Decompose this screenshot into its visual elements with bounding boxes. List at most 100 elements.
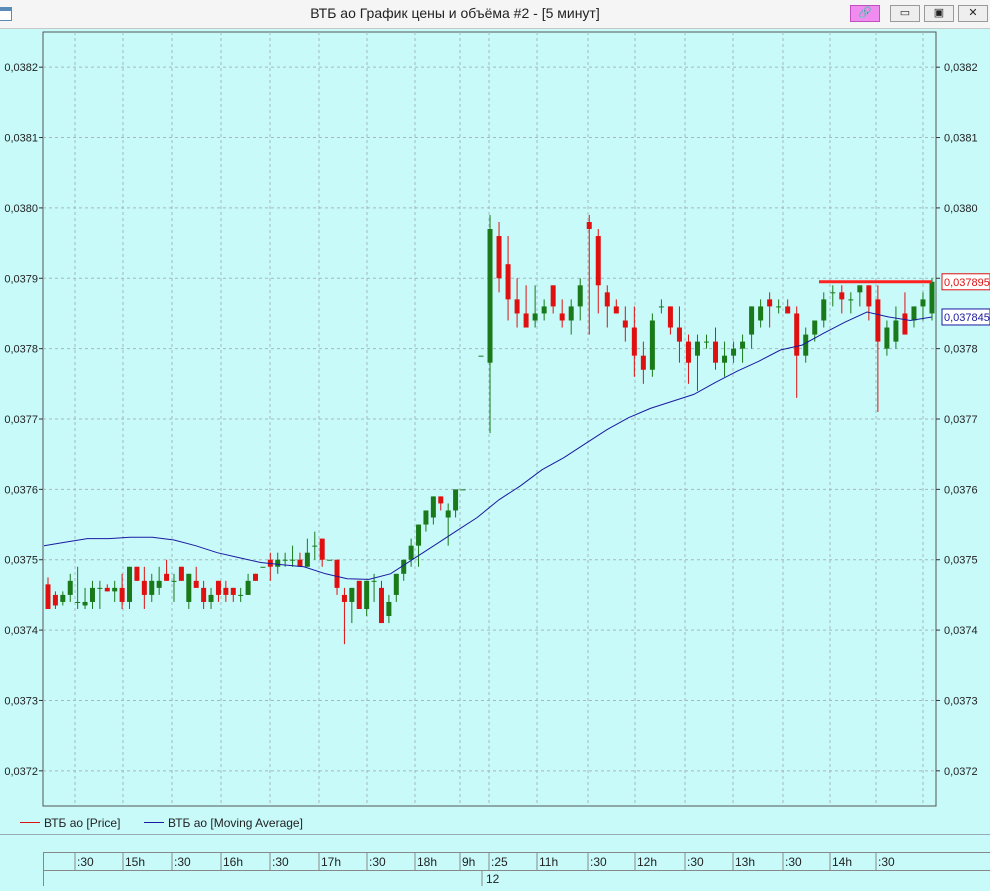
candle-body (649, 320, 655, 370)
candle-body (514, 299, 520, 314)
candle-body (523, 313, 529, 328)
candle-body (685, 341, 691, 363)
candle-body (568, 306, 574, 321)
candle-body (75, 601, 81, 603)
candle-body (848, 299, 854, 301)
candle-body (349, 587, 355, 602)
candle-body (541, 306, 547, 314)
time-label: 16h (223, 855, 243, 869)
candle-body (127, 566, 133, 602)
candle-body (758, 306, 764, 321)
candle-body (487, 229, 493, 363)
candle-body (604, 292, 610, 307)
legend-price-label: ВТБ ао [Price] (44, 816, 121, 830)
candle-body (149, 580, 155, 595)
candle-body (156, 580, 162, 588)
candle-body (201, 587, 207, 602)
candle-body (920, 299, 926, 307)
link-button[interactable]: 🔗 (850, 5, 880, 22)
candle-body (830, 292, 836, 294)
time-label: 13h (735, 855, 755, 869)
candle-body (559, 313, 565, 321)
candle-body (767, 299, 773, 307)
candle-body (238, 594, 244, 596)
close-button[interactable]: ✕ (958, 5, 988, 22)
candle-body (334, 559, 340, 588)
time-label: 15h (125, 855, 145, 869)
legend-price-swatch (20, 822, 40, 823)
window-title: ВТБ ао График цены и объёма #2 - [5 мину… (310, 5, 600, 21)
time-label: :30 (174, 855, 191, 869)
candle-body (613, 306, 619, 314)
y-axis-label-left: 0,0372 (4, 766, 38, 778)
price-chart[interactable]: 0,0372 0,0372 0,0373 0,0373 0,0374 0,0374 0,03… (0, 29, 990, 809)
y-axis-label-left: 0,0382 (4, 62, 38, 74)
time-label: :30 (369, 855, 386, 869)
time-label: :30 (77, 855, 94, 869)
candle-body (290, 559, 296, 561)
candle-body (430, 496, 436, 518)
y-axis-label-right: 0,0375 (944, 555, 978, 567)
chart-area[interactable]: 0,0372 0,0372 0,0373 0,0373 0,0374 0,0374 0,03… (0, 29, 990, 809)
candle-body (297, 559, 303, 567)
candle-body (104, 587, 110, 592)
candle-body (460, 489, 466, 491)
candle-body (595, 236, 601, 286)
candle-body (119, 587, 125, 602)
candle-body (550, 285, 556, 307)
y-axis-label-right: 0,0382 (944, 62, 978, 74)
candle-body (749, 306, 755, 335)
candle-body (82, 601, 88, 606)
candle-body (186, 573, 192, 602)
time-axis: :30 15h:30 16h:30 17h:30 18h 9h:25 11h:30 12h:3… (0, 852, 990, 886)
y-axis-label-left: 0,0379 (4, 273, 38, 285)
candle-body (438, 496, 444, 504)
candle-body (164, 573, 170, 581)
candle-body (704, 341, 709, 343)
y-axis-label-left: 0,0376 (4, 484, 38, 496)
candle-body (282, 559, 288, 561)
candle-body (327, 559, 333, 561)
candle-body (929, 281, 935, 314)
window-titlebar: ВТБ ао График цены и объёма #2 - [5 мину… (0, 0, 990, 29)
ma-tag-label: 0,037845 (944, 312, 990, 324)
candle-body (713, 341, 719, 363)
candle-body (658, 306, 664, 308)
candle-body (416, 524, 422, 546)
y-axis-label-right: 0,0377 (944, 414, 978, 426)
candle-body (356, 580, 362, 609)
candle-body (640, 355, 646, 370)
candle-body (319, 538, 325, 560)
candle-body (112, 587, 118, 592)
candle-body (776, 306, 782, 308)
candle-body (902, 313, 908, 335)
candle-body (667, 306, 673, 328)
candle-body (676, 327, 682, 342)
time-label: :30 (785, 855, 802, 869)
candle-body (884, 327, 890, 349)
legend-ma-swatch (144, 822, 164, 823)
price-tag-label: 0,037895 (944, 277, 990, 289)
y-axis-label-right: 0,0376 (944, 484, 978, 496)
candle-body (253, 573, 258, 581)
y-axis-label-right: 0,0374 (944, 625, 978, 637)
candle-body (839, 292, 845, 300)
minimize-button[interactable]: ▭ (890, 5, 920, 22)
y-axis-label-left: 0,0380 (4, 203, 38, 215)
candle-body (911, 306, 917, 321)
maximize-button[interactable]: ▣ (924, 5, 954, 22)
candle-body (386, 601, 392, 617)
y-axis-label-right: 0,0373 (944, 695, 978, 707)
candle-body (812, 320, 818, 335)
time-label: :30 (590, 855, 607, 869)
candle-body (740, 341, 746, 349)
candle-body (875, 299, 881, 342)
candle-body (857, 285, 863, 293)
candle-body (45, 584, 51, 609)
candle-body (821, 299, 827, 321)
candle-body (577, 285, 583, 307)
candle-body (371, 580, 377, 582)
time-label: :30 (687, 855, 704, 869)
time-label: 12h (637, 855, 657, 869)
candle-body (532, 313, 538, 321)
